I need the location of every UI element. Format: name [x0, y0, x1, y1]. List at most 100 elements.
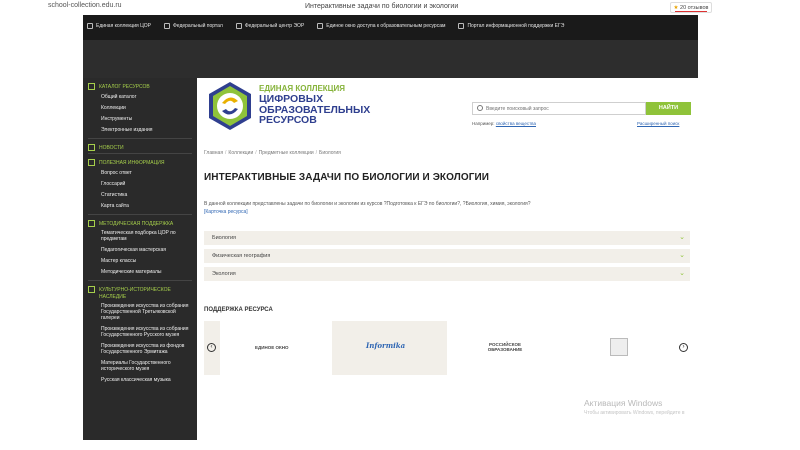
breadcrumb-item[interactable]: Коллекции	[228, 150, 253, 156]
accordion-physical-geography[interactable]: Физическая география ⌄	[204, 249, 690, 263]
partner-card-edu[interactable]: РОССИЙСКОЕ ОБРАЗОВАНИЕ	[447, 321, 690, 375]
tab-title: Интерактивные задачи по биологии и эколо…	[305, 3, 459, 10]
page-description: В данной коллекции представлены задачи п…	[204, 201, 531, 207]
sidebar-item-faq[interactable]: Вопрос ответ	[101, 170, 197, 176]
accordion-label: Экология	[212, 271, 236, 277]
portal-links: Единая коллекция ЦОР Федеральный портал …	[87, 23, 564, 29]
sidebar-heading-catalog[interactable]: Каталог ресурсов	[88, 83, 197, 91]
chevron-down-icon: ⌄	[679, 270, 685, 277]
sidebar-item-materials[interactable]: Методические материалы	[101, 269, 197, 275]
gear-icon	[458, 23, 465, 29]
portal-link-window[interactable]: Единое окно доступа к образовательным ре…	[317, 23, 445, 29]
sidebar-item-thematic[interactable]: Тематическая подборка ЦОР по предметам	[101, 230, 197, 242]
rating-underline	[675, 11, 707, 12]
sidebar-divider	[88, 137, 192, 139]
sidebar-item-glossary[interactable]: Глоссарий	[101, 181, 197, 187]
sidebar-item-classical-music[interactable]: Русская классическая музыка	[101, 377, 197, 383]
sidebar-item-russian-museum[interactable]: Произведения искусства из собрания Госуд…	[101, 326, 197, 338]
sidebar-heading-info[interactable]: Полезная информация	[88, 159, 197, 167]
partner-card-window[interactable]: ЕДИНОЕ ОКНО	[220, 321, 332, 375]
reviews-badge[interactable]: ★ 20 отзывов	[670, 2, 712, 13]
breadcrumb: Главная / Коллекции / Предметные коллекции…	[204, 150, 341, 156]
portal-link-cor[interactable]: Единая коллекция ЦОР	[87, 23, 151, 29]
window-icon	[317, 23, 324, 29]
sidebar-item-general-catalog[interactable]: Общий каталог	[101, 94, 197, 100]
chevron-down-icon: ⌄	[679, 252, 685, 259]
partner-logo-window: ЕДИНОЕ ОКНО	[255, 345, 289, 350]
methodic-icon	[88, 219, 95, 227]
heritage-icon	[88, 286, 95, 293]
sidebar-item-hermitage[interactable]: Произведения искусства из фондов Государ…	[101, 343, 197, 355]
support-heading: ПОДДЕРЖКА РЕСУРСА	[204, 307, 273, 313]
breadcrumb-separator: /	[315, 150, 318, 156]
address-url[interactable]: school-collection.edu.ru	[48, 2, 122, 9]
portal-link-federal[interactable]: Федеральный портал	[163, 23, 223, 29]
sidebar-item-tools[interactable]: Инструменты	[101, 116, 197, 122]
brand-line: ЦИФРОВЫХ	[259, 93, 324, 105]
sidebar-heading-heritage[interactable]: Культурно-историческое наследие	[88, 286, 197, 300]
sidebar-section-catalog: Каталог ресурсов Общий каталог Коллекции…	[83, 83, 197, 133]
search-box	[472, 102, 646, 115]
sidebar-item-tretyakov[interactable]: Произведения искусства из собрания Госуд…	[101, 303, 197, 321]
sidebar-heading-methodic[interactable]: Методическая поддержка	[88, 219, 197, 228]
brand-title: ЦИФРОВЫХ ОБРАЗОВАТЕЛЬНЫХ РЕСУРСОВ	[259, 94, 370, 126]
sidebar-item-statistics[interactable]: Статистика	[101, 192, 197, 198]
sidebar-heading-news[interactable]: Новости	[88, 143, 197, 152]
accordion-ecology[interactable]: Экология ⌄	[204, 267, 690, 281]
partner-logo-edu: РОССИЙСКОЕ ОБРАЗОВАНИЕ	[487, 342, 523, 352]
book-icon	[610, 338, 628, 356]
grid-icon	[87, 23, 93, 29]
search-input[interactable]	[486, 104, 641, 114]
sidebar-item-historical-museum[interactable]: Материалы Государственного исторического…	[101, 360, 197, 372]
chevron-down-icon: ⌄	[679, 234, 685, 241]
sidebar-item-masterclass[interactable]: Мастер классы	[101, 258, 197, 264]
collection-logo[interactable]	[205, 81, 255, 131]
book-icon	[235, 23, 242, 29]
accordion-biology[interactable]: Биология ⌄	[204, 231, 690, 245]
sidebar-item-collections[interactable]: Коллекции	[101, 105, 197, 111]
partners-carousel: ‹ ЕДИНОЕ ОКНО Informika РОССИЙСКОЕ ОБРАЗ…	[204, 321, 690, 375]
page-title: ИНТЕРАКТИВНЫЕ ЗАДАЧИ ПО БИОЛОГИИ И ЭКОЛО…	[204, 172, 490, 183]
accordion-label: Биология	[212, 235, 237, 241]
brand-subtitle: ЕДИНАЯ КОЛЛЕКЦИЯ	[259, 84, 346, 93]
brand-line: РЕСУРСОВ	[259, 114, 317, 126]
main-content: ЕДИНАЯ КОЛЛЕКЦИЯ ЦИФРОВЫХ ОБРАЗОВАТЕЛЬНЫ…	[197, 78, 698, 440]
news-icon	[88, 143, 95, 151]
sidebar-section-heritage: Культурно-историческое наследие Произвед…	[83, 286, 197, 383]
sidebar-item-sitemap[interactable]: Карта сайта	[101, 203, 197, 209]
sidebar-section-methodic: Методическая поддержка Тематическая подб…	[83, 219, 197, 275]
sidebar-item-workshop[interactable]: Педагогическая мастерская	[101, 247, 197, 253]
breadcrumb-separator: /	[225, 150, 227, 156]
pen-icon	[163, 23, 170, 29]
accordion-label: Физическая география	[212, 253, 271, 259]
sidebar-divider	[88, 153, 192, 154]
search-example-link[interactable]: свойства вещества	[496, 121, 536, 126]
breadcrumb-current: Биология	[319, 150, 341, 156]
portal-link-eor[interactable]: Федеральный центр ЭОР	[235, 23, 304, 29]
breadcrumb-item[interactable]: Главная	[204, 150, 223, 156]
portal-header: Единая коллекция ЦОР Федеральный портал …	[83, 15, 698, 40]
browser-bar: school-collection.edu.ru Интерактивные з…	[0, 0, 800, 15]
sidebar-divider	[88, 213, 192, 215]
breadcrumb-separator: /	[255, 150, 257, 156]
search-example: Например: свойства вещества	[472, 121, 536, 126]
carousel-next-button[interactable]: ›	[679, 343, 688, 352]
carousel-prev-button[interactable]: ‹	[207, 343, 216, 352]
info-icon	[88, 159, 95, 166]
sidebar-section-info: Полезная информация Вопрос ответ Глоссар…	[83, 159, 197, 209]
catalog-icon	[88, 83, 95, 90]
breadcrumb-item[interactable]: Предметные коллекции	[259, 150, 314, 156]
sidebar-item-e-editions[interactable]: Электронные издания	[101, 127, 197, 133]
advanced-search-link[interactable]: Расширенный поиск	[637, 121, 679, 126]
windows-activation-title: Активация Windows	[584, 398, 663, 408]
windows-activation-text: Чтобы активировать Windows, перейдите в	[584, 410, 685, 416]
search-icon	[477, 105, 483, 111]
header-band	[83, 40, 698, 78]
sidebar-divider	[88, 280, 192, 281]
search-button[interactable]: НАЙТИ	[646, 102, 691, 115]
portal-link-ege[interactable]: Портал информационной поддержки ЕГЭ	[458, 23, 564, 29]
partner-logo-informika[interactable]: Informika	[366, 341, 405, 350]
sidebar-section-news: Новости	[83, 143, 197, 152]
resource-card-link[interactable]: [Карточка ресурса]	[204, 209, 248, 215]
sidebar: Каталог ресурсов Общий каталог Коллекции…	[83, 78, 197, 440]
